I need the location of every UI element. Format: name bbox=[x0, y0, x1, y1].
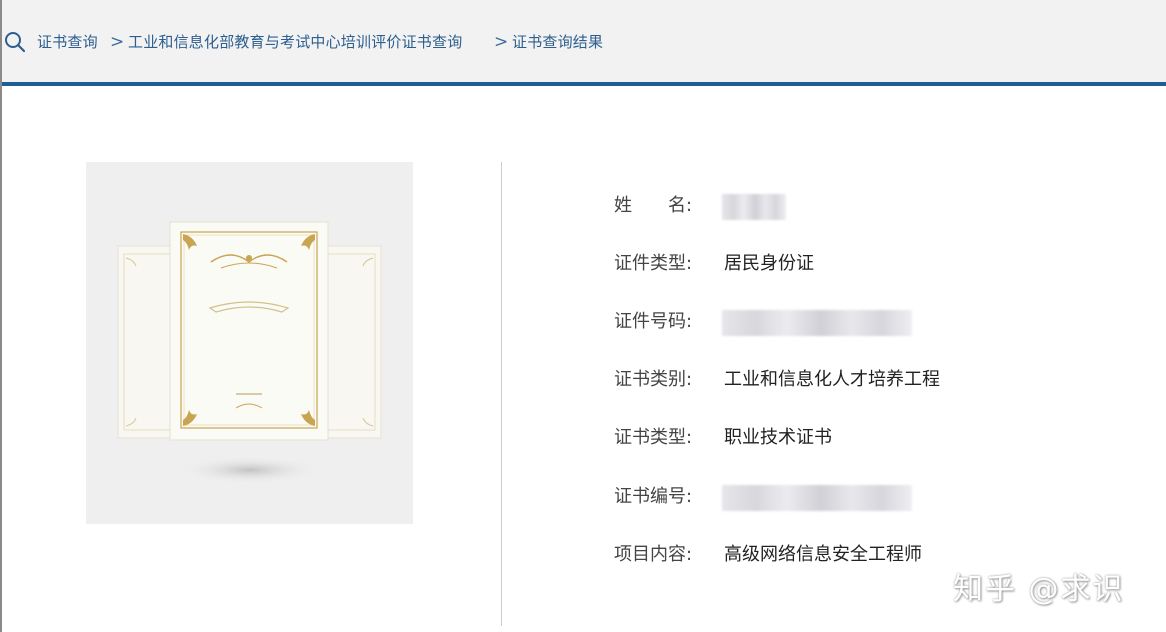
cert-category-value: 工业和信息化人才培养工程 bbox=[724, 369, 940, 390]
cert-category-label: 证书类别: bbox=[614, 369, 693, 390]
vertical-divider bbox=[501, 162, 502, 626]
window-left-border bbox=[0, 0, 2, 632]
breadcrumb-bar: 证书查询 > 工业和信息化部教育与考试中心培训评价证书查询 > 证书查询结果 bbox=[2, 0, 1166, 86]
breadcrumb-separator: > bbox=[110, 32, 125, 52]
name-label: 姓 名: bbox=[614, 195, 693, 216]
id-number-label: 证件号码: bbox=[614, 311, 693, 332]
breadcrumb-query-result: 证书查询结果 bbox=[512, 33, 604, 51]
certificate-preview bbox=[86, 162, 413, 524]
search-icon[interactable] bbox=[4, 31, 26, 53]
certificate-illustration bbox=[117, 221, 382, 484]
id-type-value: 居民身份证 bbox=[724, 253, 814, 274]
project-label: 项目内容: bbox=[614, 544, 693, 565]
project-value: 高级网络信息安全工程师 bbox=[724, 544, 922, 565]
cert-number-label: 证书编号: bbox=[614, 486, 693, 507]
breadcrumb-separator: > bbox=[494, 32, 509, 52]
cert-type-value: 职业技术证书 bbox=[724, 427, 832, 448]
breadcrumb-miit-cert-query[interactable]: 工业和信息化部教育与考试中心培训评价证书查询 bbox=[128, 31, 462, 53]
cert-type-label: 证书类型: bbox=[614, 427, 693, 448]
watermark: 知乎 @求识 bbox=[953, 572, 1125, 607]
breadcrumb-cert-query[interactable]: 证书查询 bbox=[37, 31, 98, 53]
redacted-id-number bbox=[722, 310, 912, 336]
redacted-name bbox=[722, 194, 786, 220]
id-type-label: 证件类型: bbox=[614, 253, 693, 274]
redacted-cert-number bbox=[722, 485, 912, 511]
